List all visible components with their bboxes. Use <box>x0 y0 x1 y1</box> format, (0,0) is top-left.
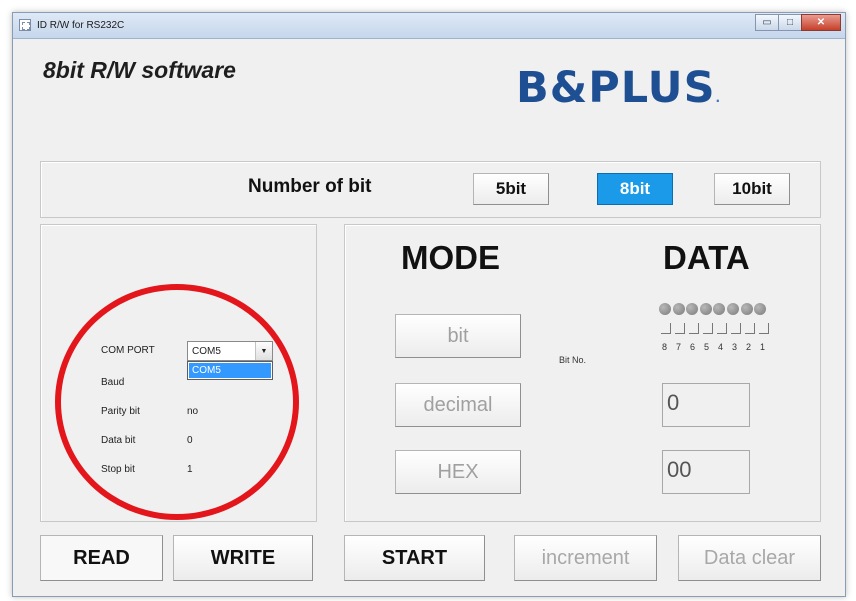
mode-title: MODE <box>401 239 500 276</box>
bit-count-label: Number of bit <box>248 176 372 197</box>
decimal-value-field[interactable]: 0 <box>662 383 750 427</box>
bit-number: 4 <box>718 342 724 352</box>
data-title: DATA <box>663 239 750 276</box>
bit-led <box>672 303 685 315</box>
bit-led <box>713 303 726 315</box>
bit-number: 6 <box>690 342 696 352</box>
read-button[interactable]: READ <box>40 535 163 581</box>
bit-number: 1 <box>760 342 766 352</box>
bit-led <box>740 303 753 315</box>
logo-text: B&PLUS <box>516 63 716 113</box>
bit-number: 8 <box>662 342 668 352</box>
bit-switch[interactable] <box>703 323 713 334</box>
logo-dot: . <box>715 91 722 105</box>
bit-number: 5 <box>704 342 710 352</box>
5bit-button[interactable]: 5bit <box>473 173 549 205</box>
bit-switch[interactable] <box>689 323 699 334</box>
data-clear-button[interactable]: Data clear <box>678 535 821 581</box>
window-controls: ▭ □ ✕ <box>755 14 841 32</box>
increment-button[interactable]: increment <box>514 535 657 581</box>
annotation-circle <box>55 284 299 520</box>
minimize-button[interactable]: ▭ <box>755 14 779 31</box>
bit-switch[interactable] <box>675 323 685 334</box>
bit-switches <box>661 323 773 334</box>
bit-led <box>754 303 767 315</box>
bit-led <box>686 303 699 315</box>
window-title: ID R/W for RS232C <box>37 20 125 31</box>
app-icon <box>19 19 31 31</box>
bit-led <box>659 303 671 315</box>
bit-switch[interactable] <box>717 323 727 334</box>
bit-switch[interactable] <box>759 323 769 334</box>
title-bar: ID R/W for RS232C ▭ □ ✕ <box>13 13 845 39</box>
bit-switch[interactable] <box>745 323 755 334</box>
bit-led <box>699 303 712 315</box>
close-button[interactable]: ✕ <box>801 14 841 31</box>
bit-numbers: 8 7 6 5 4 3 2 1 <box>662 342 774 352</box>
bit-number: 7 <box>676 342 682 352</box>
8bit-button[interactable]: 8bit <box>597 173 673 205</box>
bit-no-label: Bit No. <box>559 355 587 365</box>
start-button[interactable]: START <box>344 535 485 581</box>
bit-switch[interactable] <box>731 323 741 334</box>
10bit-button[interactable]: 10bit <box>714 173 790 205</box>
bit-switch[interactable] <box>661 323 671 334</box>
bit-mode-button[interactable]: bit <box>395 314 521 358</box>
app-title: 8bit R/W software <box>43 57 236 83</box>
bit-number: 3 <box>732 342 738 352</box>
hex-mode-button[interactable]: HEX <box>395 450 521 494</box>
brand-logo: B&PLUS. <box>516 63 721 113</box>
maximize-button[interactable]: □ <box>778 14 802 31</box>
bit-count-panel: Number of bit 5bit 8bit 10bit <box>40 161 821 218</box>
bit-led <box>726 303 739 315</box>
decimal-mode-button[interactable]: decimal <box>395 383 521 427</box>
mode-data-panel: MODE DATA bit decimal HEX Bit No. 8 7 6 … <box>344 224 821 522</box>
bit-indicators <box>659 303 768 315</box>
hex-value-field[interactable]: 00 <box>662 450 750 494</box>
bit-number: 2 <box>746 342 752 352</box>
write-button[interactable]: WRITE <box>173 535 313 581</box>
